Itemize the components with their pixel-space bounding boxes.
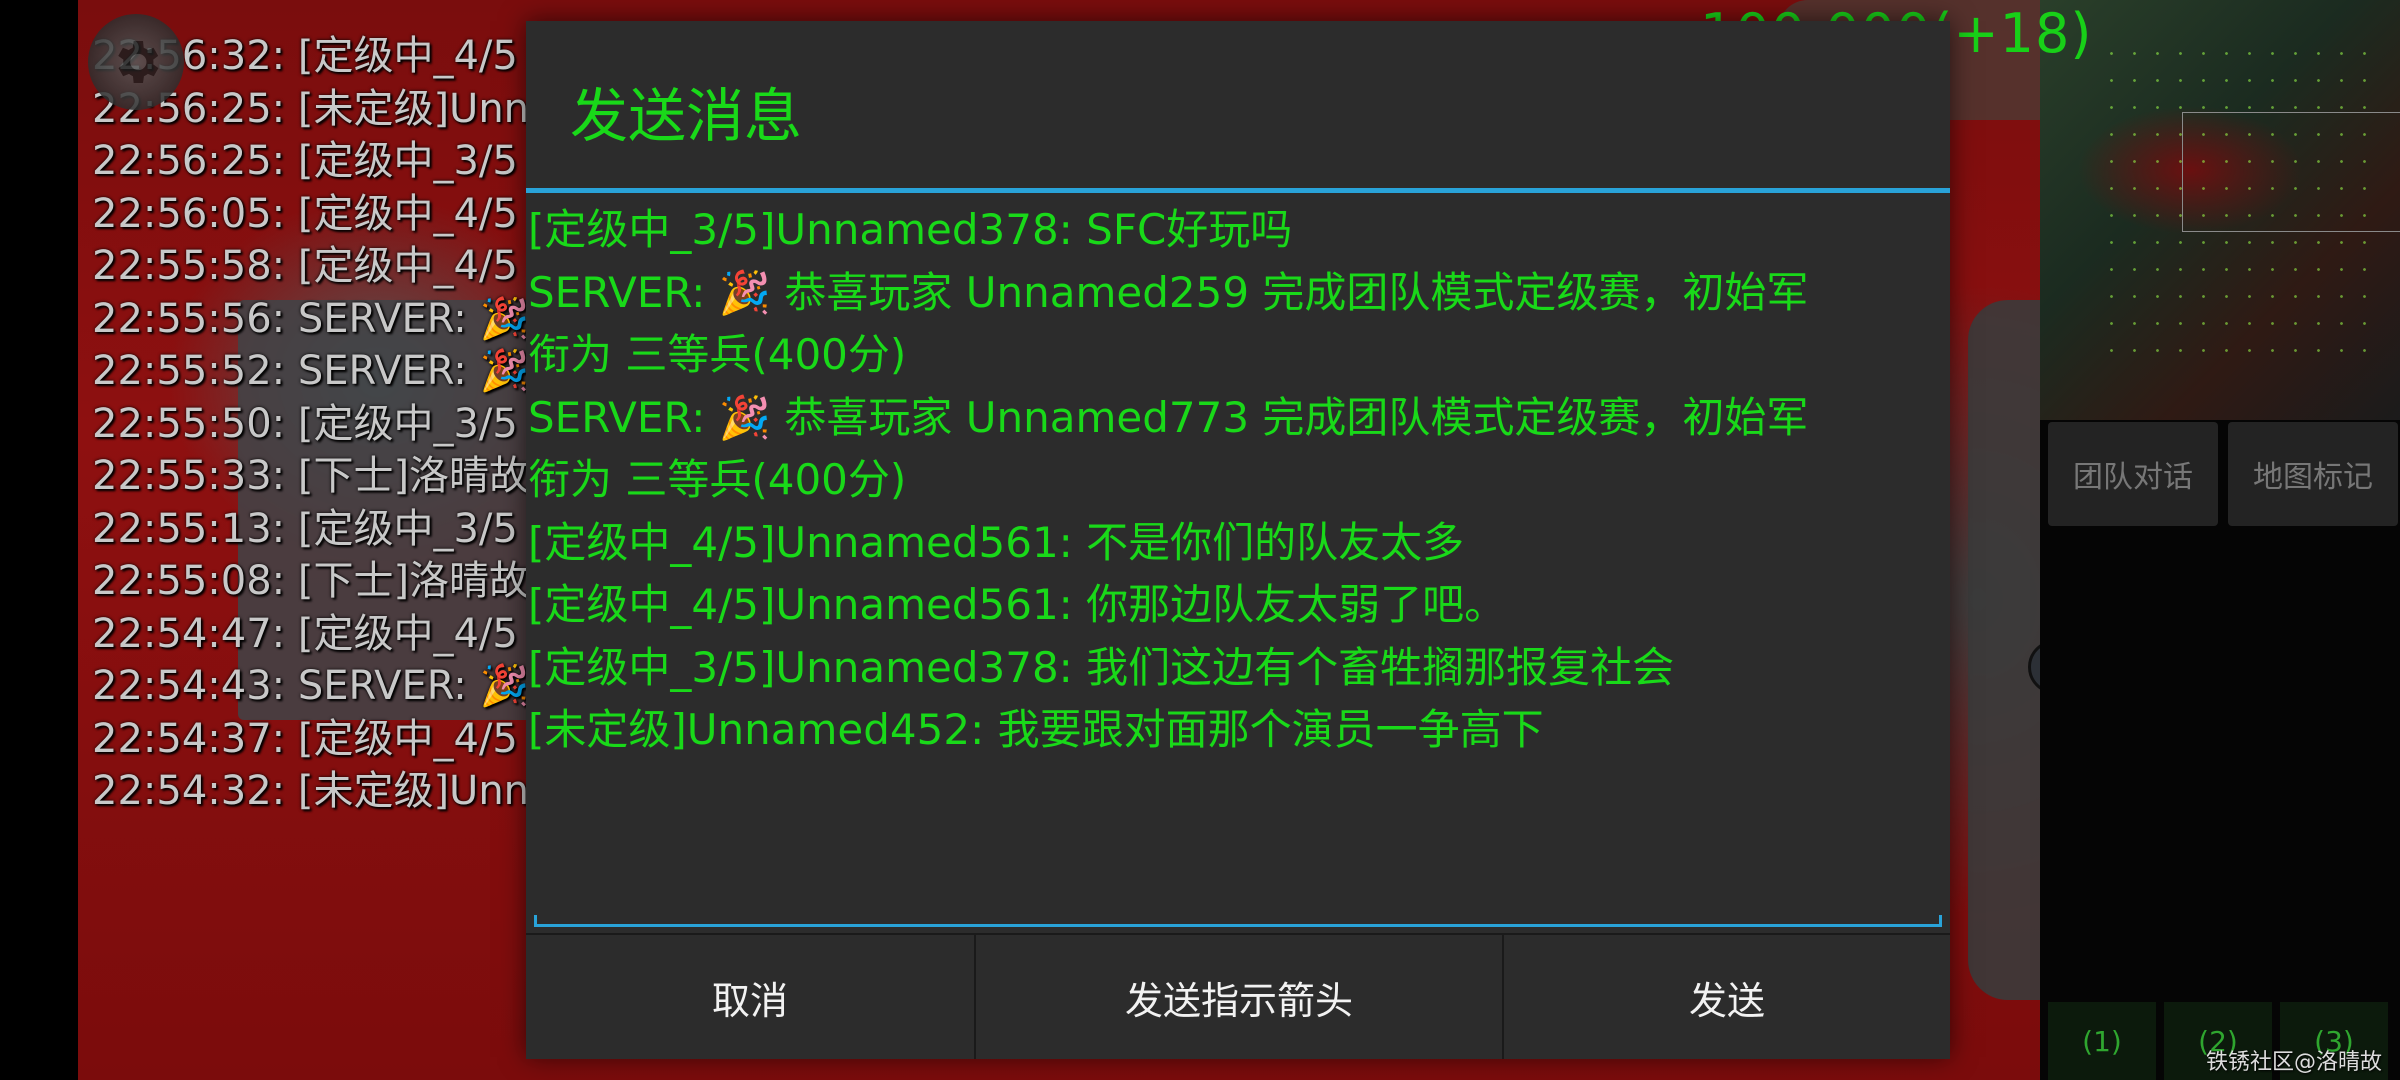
chat-log-line: 22:55:58: [定级中_4/5: [92, 243, 518, 289]
chat-log-line: 22:54:37: [定级中_4/5: [92, 715, 518, 762]
message-input-area[interactable]: [定级中_3/5]Unnamed378: SFC好玩吗 SERVER: 🎉 恭喜…: [526, 199, 1950, 919]
message-line: [定级中_3/5]Unnamed378: SFC好玩吗: [528, 205, 1293, 254]
message-line: 衔为 三等兵(400分): [528, 330, 907, 379]
screen-edge: [0, 0, 78, 1080]
send-message-dialog: 发送消息 [定级中_3/5]Unnamed378: SFC好玩吗 SERVER:…: [526, 21, 1950, 1059]
minimap-viewport-frame: [2182, 112, 2400, 232]
chat-log-line: 22:56:25: [定级中_3/5: [92, 138, 518, 184]
message-line: [定级中_4/5]Unnamed561: 不是你们的队友太多: [528, 517, 1465, 567]
cancel-button[interactable]: 取消: [526, 935, 974, 1059]
message-line: SERVER: 🎉 恭喜玩家 Unnamed259 完成团队模式定级赛，初始军: [528, 267, 1809, 317]
chat-log: 22:56:32: [定级中_4/5 22:56:25: [未定级]Unn 22…: [92, 30, 532, 818]
message-line: [定级中_3/5]Unnamed378: 我们这边有个畜牲搁那报复社会: [528, 642, 1675, 692]
watermark: 铁锈社区@洛晴故霜: [2206, 1050, 2383, 1075]
chat-log-line: 22:55:13: [定级中_3/5: [92, 505, 518, 552]
chat-log-line: 22:55:50: [定级中_3/5: [92, 400, 518, 447]
map-marker-button[interactable]: 地图标记: [2228, 422, 2398, 526]
chat-log-line: 22:55:33: [下士]洛晴故: [92, 453, 530, 499]
message-line: [定级中_4/5]Unnamed561: 你那边队友太弱了吧。: [528, 580, 1507, 629]
chat-log-line: 22:54:32: [未定级]Unn: [92, 768, 530, 814]
team-chat-button[interactable]: 团队对话: [2048, 422, 2218, 526]
send-arrow-button[interactable]: 发送指示箭头: [974, 935, 1502, 1059]
control-group-1-button[interactable]: (1): [2048, 1002, 2156, 1080]
game-screen: 100:000(+18) 团队对话 地图标记 (1) (2) (3) 22:56…: [0, 0, 2400, 1080]
settings-button[interactable]: [88, 14, 184, 110]
title-divider: [526, 188, 1950, 193]
minimap[interactable]: [2040, 0, 2400, 420]
chat-log-line: 22:56:05: [定级中_4/5: [92, 190, 518, 237]
send-button[interactable]: 发送: [1502, 935, 1950, 1059]
gear-icon: [118, 41, 159, 83]
message-input-underline: [534, 915, 1942, 927]
message-line: 衔为 三等兵(400分): [528, 455, 907, 504]
dialog-title: 发送消息: [570, 82, 803, 150]
message-line: [未定级]Unnamed452: 我要跟对面那个演员一争高下: [528, 705, 1544, 754]
chat-log-line: 22:55:08: [下士]洛晴故: [92, 558, 530, 604]
message-line: SERVER: 🎉 恭喜玩家 Unnamed773 完成团队模式定级赛，初始军: [528, 392, 1809, 442]
chat-log-line: 22:54:47: [定级中_4/5: [92, 610, 518, 657]
chat-log-line: 22:54:43: SERVER: 🎉: [92, 663, 530, 709]
chat-log-line: 22:55:56: SERVER: 🎉: [92, 295, 530, 342]
dialog-button-row: 取消 发送指示箭头 发送: [526, 933, 1950, 1059]
chat-log-line: 22:55:52: SERVER: 🎉: [92, 348, 530, 394]
